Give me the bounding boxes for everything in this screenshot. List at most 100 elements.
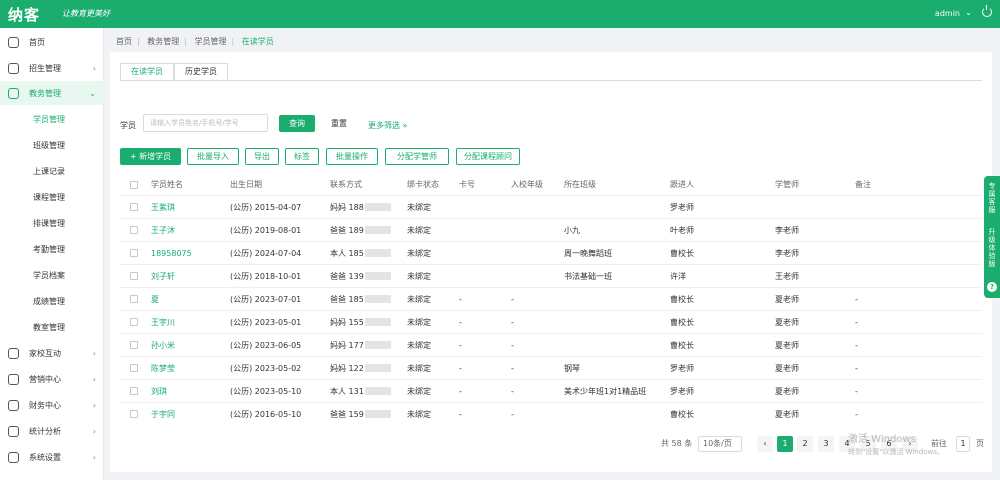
page-button[interactable]: 3 <box>818 436 834 452</box>
col-class: 所在班级 <box>564 180 596 189</box>
row-checkbox[interactable] <box>130 410 138 418</box>
row-checkbox[interactable] <box>130 318 138 326</box>
sidebar-sub-courses[interactable]: 课程管理 <box>0 184 104 210</box>
assign-manager-button[interactable]: 分配学管师 <box>385 148 449 165</box>
brand-logo[interactable]: 纳客 <box>8 4 40 25</box>
table-row[interactable]: 孙小米 (公历) 2023-06-05 妈妈 177 未绑定 - - 曹校长 夏… <box>120 333 982 356</box>
export-button[interactable]: 导出 <box>245 148 279 165</box>
sidebar-item-academic[interactable]: 教务管理 ⌄ <box>0 81 104 105</box>
power-icon[interactable] <box>982 5 992 17</box>
wallet-icon <box>8 399 19 411</box>
sidebar-item-statistics[interactable]: 统计分析 › <box>0 419 104 443</box>
sidebar-sub-classes[interactable]: 班级管理 <box>0 132 104 158</box>
row-checkbox[interactable] <box>130 364 138 372</box>
table-row[interactable]: 王紫琪 (公历) 2015-04-07 妈妈 188 未绑定 罗老师 <box>120 195 982 218</box>
follower: 罗老师 <box>670 363 694 373</box>
bind-status: 未绑定 <box>407 248 431 258</box>
manager: 夏老师 <box>775 386 799 396</box>
search-input[interactable]: 请输入学员姓名/手机号/学号 <box>143 114 268 132</box>
sidebar-sub-attendance[interactable]: 考勤管理 <box>0 236 104 262</box>
row-checkbox[interactable] <box>130 203 138 211</box>
table-row[interactable]: 18958075 (公历) 2024-07-04 本人 185 未绑定 周一晚舞… <box>120 241 982 264</box>
tag-button[interactable]: 标签 <box>285 148 319 165</box>
birth-date: (公历) 2015-04-07 <box>230 202 302 212</box>
sidebar-sub-lesson-records[interactable]: 上课记录 <box>0 158 104 184</box>
prev-page-button[interactable]: ‹ <box>757 436 773 452</box>
floating-service-bar[interactable]: 专属客服 升级体验版 ? <box>984 176 1000 298</box>
note: - <box>855 294 858 304</box>
customer-service-link[interactable]: 专属客服 <box>988 182 996 214</box>
table-row[interactable]: 夏 (公历) 2023-07-01 爸爸 185 未绑定 - - 曹校长 夏老师… <box>120 287 982 310</box>
class-name: 书法基础一班 <box>564 271 612 281</box>
sidebar-sub-archives[interactable]: 学员档案 <box>0 262 104 288</box>
batch-operation-button[interactable]: 批量操作 <box>326 148 378 165</box>
row-checkbox[interactable] <box>130 249 138 257</box>
sidebar-item-settings[interactable]: 系统设置 › <box>0 445 104 469</box>
sidebar-sub-classrooms[interactable]: 教室管理 <box>0 314 104 340</box>
sidebar-item-home[interactable]: 首页 <box>0 30 104 54</box>
follower: 叶老师 <box>670 225 694 235</box>
breadcrumb-item[interactable]: 教务管理 <box>147 37 179 46</box>
sidebar-sub-grades[interactable]: 成绩管理 <box>0 288 104 314</box>
total-count: 共 58 条 <box>661 439 693 448</box>
row-checkbox[interactable] <box>130 341 138 349</box>
assign-consultant-button[interactable]: 分配课程顾问 <box>456 148 520 165</box>
follower: 曹校长 <box>670 294 694 304</box>
breadcrumb-item[interactable]: 学员管理 <box>195 37 227 46</box>
select-all-checkbox[interactable] <box>130 180 138 189</box>
sidebar-item-finance[interactable]: 财务中心 › <box>0 393 104 417</box>
grade: - <box>511 294 514 304</box>
help-icon[interactable]: ? <box>987 282 997 292</box>
tab-history-students[interactable]: 历史学员 <box>174 63 228 81</box>
add-student-button[interactable]: + 新增学员 <box>120 148 181 165</box>
birth-date: (公历) 2018-10-01 <box>230 271 302 281</box>
col-manager: 学管师 <box>775 180 799 189</box>
student-name-link[interactable]: 于宇同 <box>151 403 175 425</box>
table-row[interactable]: 刘子轩 (公历) 2018-10-01 爸爸 139 未绑定 书法基础一班 许洋… <box>120 264 982 287</box>
more-filter-link[interactable]: 更多筛选 » <box>368 120 407 131</box>
note: - <box>855 363 858 373</box>
chevron-down-icon[interactable]: ⌄ <box>965 8 972 17</box>
table-row[interactable]: 于宇同 (公历) 2016-05-10 爸爸 159 未绑定 - - 曹校长 夏… <box>120 402 982 425</box>
col-bind-status: 绑卡状态 <box>407 180 439 189</box>
goto-page-input[interactable]: 1 <box>956 436 970 452</box>
student-name-link[interactable]: 刘子轩 <box>151 265 175 287</box>
table-row[interactable]: 王子沐 (公历) 2019-08-01 爸爸 189 未绑定 小九 叶老师 李老… <box>120 218 982 241</box>
user-icon <box>8 62 19 74</box>
student-name-link[interactable]: 夏 <box>151 288 159 310</box>
row-checkbox[interactable] <box>130 272 138 280</box>
reset-button[interactable]: 重置 <box>324 115 354 132</box>
page-button[interactable]: 2 <box>797 436 813 452</box>
sidebar-item-home-school[interactable]: 家校互动 › <box>0 341 104 365</box>
table-row[interactable]: 王宇川 (公历) 2023-05-01 妈妈 155 未绑定 - - 曹校长 夏… <box>120 310 982 333</box>
query-button[interactable]: 查询 <box>279 115 315 132</box>
col-note: 备注 <box>855 180 871 189</box>
upgrade-link[interactable]: 升级体验版 <box>988 228 996 268</box>
manager: 夏老师 <box>775 294 799 304</box>
row-checkbox[interactable] <box>130 387 138 395</box>
student-name-link[interactable]: 陈梦莹 <box>151 357 175 379</box>
page-button[interactable]: 1 <box>777 436 793 452</box>
sidebar-item-marketing[interactable]: 营销中心 › <box>0 367 104 391</box>
contact: 妈妈 155 <box>330 311 391 333</box>
student-name-link[interactable]: 18958075 <box>151 242 192 264</box>
student-name-link[interactable]: 王子沐 <box>151 219 175 241</box>
grade: - <box>511 409 514 419</box>
breadcrumb-item[interactable]: 首页 <box>116 37 132 46</box>
page-size-select[interactable]: 10条/页 <box>698 436 742 452</box>
row-checkbox[interactable] <box>130 295 138 303</box>
row-checkbox[interactable] <box>130 226 138 234</box>
student-name-link[interactable]: 刘琪 <box>151 380 167 402</box>
table-row[interactable]: 陈梦莹 (公历) 2023-05-02 妈妈 122 未绑定 - - 钢琴 罗老… <box>120 356 982 379</box>
student-name-link[interactable]: 王宇川 <box>151 311 175 333</box>
chart-icon <box>8 425 19 437</box>
batch-import-button[interactable]: 批量导入 <box>187 148 239 165</box>
sidebar-sub-schedule[interactable]: 排课管理 <box>0 210 104 236</box>
sidebar-item-enrollment[interactable]: 招生管理 › <box>0 56 104 80</box>
sidebar-sub-students[interactable]: 学员管理 <box>0 106 104 132</box>
student-name-link[interactable]: 孙小米 <box>151 334 175 356</box>
tab-current-students[interactable]: 在读学员 <box>120 63 174 81</box>
student-name-link[interactable]: 王紫琪 <box>151 196 175 218</box>
user-menu[interactable]: admin <box>935 9 960 18</box>
table-row[interactable]: 刘琪 (公历) 2023-05-10 本人 131 未绑定 - - 美术少年班1… <box>120 379 982 402</box>
